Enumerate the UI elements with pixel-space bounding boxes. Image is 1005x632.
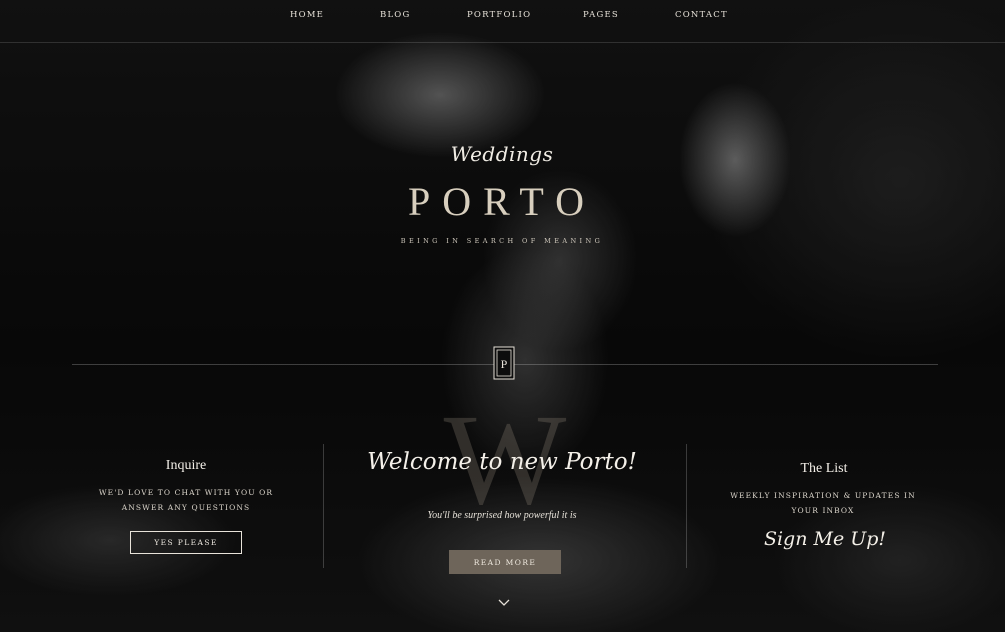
inquire-text-line1: WE'D LOVE TO CHAT WITH YOU OR bbox=[98, 488, 274, 497]
inquire-title: Inquire bbox=[165, 458, 207, 473]
emblem-letter: P bbox=[501, 357, 508, 371]
nav-contact[interactable]: CONTACT bbox=[675, 10, 728, 20]
hero-tagline: BEING IN SEARCH OF MEANING bbox=[400, 237, 604, 245]
nav-portfolio[interactable]: PORTFOLIO bbox=[467, 10, 531, 20]
read-more-button[interactable]: READ MORE bbox=[449, 550, 561, 574]
list-text-line2: YOUR INBOX bbox=[791, 506, 855, 515]
column-separator-right bbox=[686, 444, 687, 568]
hero-script-title: Weddings bbox=[450, 142, 554, 166]
brand-logo-text: PORTO bbox=[407, 179, 596, 224]
chevron-down-icon[interactable] bbox=[497, 598, 511, 608]
inquire-text: WE'D LOVE TO CHAT WITH YOU OR ANSWER ANY… bbox=[66, 485, 306, 515]
welcome-heading: Welcome to new Porto! bbox=[367, 449, 637, 475]
nav-home[interactable]: HOME bbox=[290, 10, 324, 20]
list-text-line1: WEEKLY INSPIRATION & UPDATES IN bbox=[730, 491, 916, 500]
sign-me-up-link[interactable]: Sign Me Up! bbox=[745, 528, 905, 550]
list-text: WEEKLY INSPIRATION & UPDATES IN YOUR INB… bbox=[703, 488, 943, 518]
monogram-frame-icon: P bbox=[493, 346, 515, 380]
column-separator-left bbox=[323, 444, 324, 568]
nav-pages[interactable]: PAGES bbox=[583, 10, 619, 20]
nav-blog[interactable]: BLOG bbox=[380, 10, 410, 20]
main-nav: HOME BLOG PORTFOLIO PAGES CONTACT bbox=[0, 0, 1005, 43]
yes-please-button[interactable]: YES PLEASE bbox=[130, 531, 242, 554]
list-title: The List bbox=[800, 461, 848, 476]
inquire-text-line2: ANSWER ANY QUESTIONS bbox=[121, 503, 251, 512]
welcome-subtext: You'll be surprised how powerful it is bbox=[427, 510, 577, 521]
